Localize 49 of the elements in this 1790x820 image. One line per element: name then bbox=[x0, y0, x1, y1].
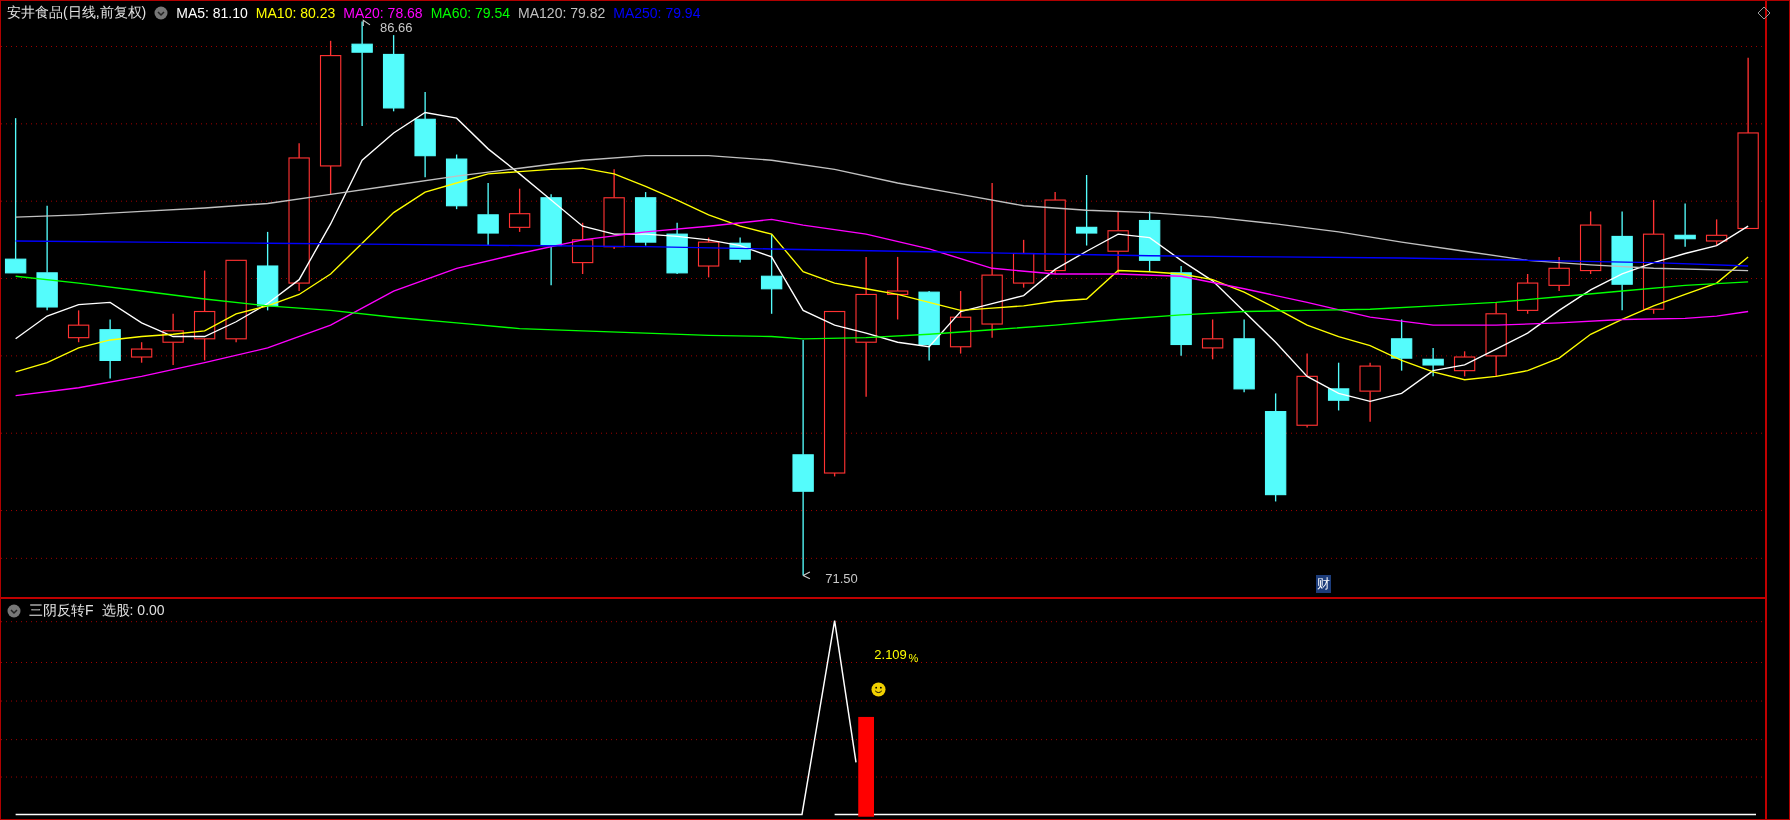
chevron-down-icon[interactable] bbox=[154, 6, 169, 20]
moving-average-value: MA20: 78.68 bbox=[343, 5, 423, 21]
candlestick bbox=[67, 309, 90, 343]
candlestick bbox=[99, 318, 121, 380]
diamond-icon[interactable] bbox=[1756, 5, 1772, 21]
moving-average-value: MA250: 79.94 bbox=[613, 5, 701, 21]
candlestick bbox=[477, 182, 499, 247]
candlestick bbox=[1201, 318, 1224, 360]
smiley-icon bbox=[870, 682, 886, 697]
candlestick bbox=[634, 191, 657, 247]
candlestick bbox=[1516, 273, 1539, 315]
pointer-icon bbox=[802, 571, 811, 580]
low-price-label: 71.50 bbox=[825, 571, 858, 586]
signal-unit: % bbox=[908, 652, 919, 664]
candlestick bbox=[1453, 350, 1476, 377]
candlestick bbox=[949, 290, 972, 355]
candlestick bbox=[1422, 347, 1444, 377]
chart-title: 安井食品(日线,前复权) bbox=[7, 4, 147, 22]
candlestick bbox=[1705, 218, 1728, 247]
event-marker[interactable]: 财 bbox=[1316, 575, 1332, 593]
indicator-reading: 选股: 0.00 bbox=[101, 602, 165, 620]
moving-average-value: MA5: 81.10 bbox=[176, 5, 248, 21]
candlestick bbox=[508, 188, 531, 233]
candlestick bbox=[1327, 362, 1350, 412]
candlestick bbox=[162, 313, 184, 366]
moving-average-value: MA60: 79.54 bbox=[430, 5, 511, 21]
moving-average-value: MA120: 79.82 bbox=[518, 5, 606, 21]
high-price-label: 86.66 bbox=[380, 20, 413, 35]
candlestick bbox=[918, 290, 940, 362]
candlestick bbox=[666, 222, 688, 275]
candlestick bbox=[1548, 256, 1570, 292]
pointer-icon bbox=[362, 19, 371, 27]
candlestick bbox=[697, 236, 720, 279]
candlestick bbox=[1138, 210, 1161, 273]
candlestick bbox=[1012, 239, 1035, 289]
candlestick bbox=[1674, 202, 1696, 248]
candlestick bbox=[571, 222, 594, 275]
candlestick bbox=[886, 256, 909, 321]
candlestick bbox=[1390, 318, 1413, 372]
candlestick bbox=[1359, 362, 1381, 423]
chevron-down-icon[interactable] bbox=[7, 604, 21, 618]
candlestick bbox=[729, 236, 751, 264]
indicator-title: 三阴反转F bbox=[29, 602, 94, 620]
candlestick bbox=[130, 341, 153, 364]
candlestick bbox=[1579, 210, 1602, 275]
moving-average-value: MA10: 80.23 bbox=[255, 5, 336, 21]
candlestick bbox=[445, 153, 468, 210]
signal-value: 2.109 bbox=[874, 647, 907, 662]
candlestick bbox=[1107, 210, 1129, 275]
